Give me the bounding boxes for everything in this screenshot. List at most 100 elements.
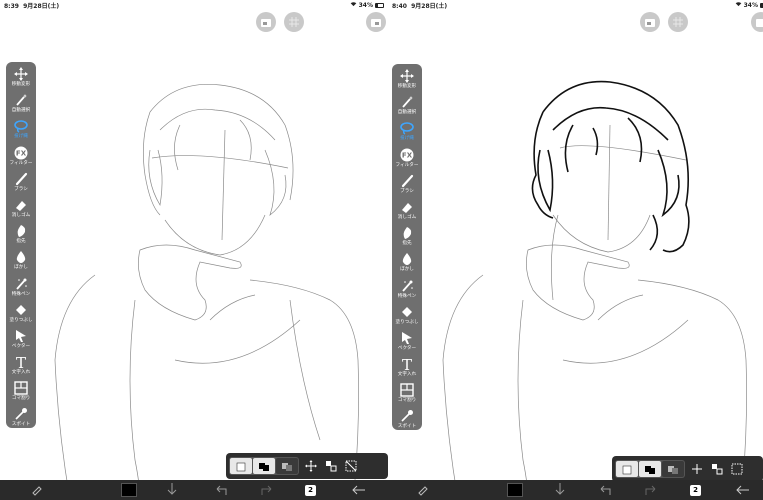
tool-label: 特殊ペン <box>397 293 417 299</box>
squares-subtract-icon <box>667 460 679 479</box>
back-button[interactable] <box>352 482 366 498</box>
tool-label: フィルター <box>395 162 419 168</box>
tool-label: 投げ縄 <box>14 134 28 140</box>
fx-icon: FX <box>395 147 419 163</box>
pen-hand-icon <box>30 481 44 500</box>
color-button[interactable] <box>121 482 137 498</box>
color-button[interactable] <box>507 482 523 498</box>
tool-label: スポイト <box>397 424 417 430</box>
tool-smudge[interactable]: 指先 <box>6 223 36 249</box>
selection-action-group <box>688 460 746 478</box>
pen-hand-icon <box>416 481 430 500</box>
select-new-button[interactable] <box>616 461 638 477</box>
tool-move[interactable]: 移動変形 <box>6 66 36 92</box>
undo-button[interactable] <box>598 482 612 498</box>
tool-eyedropper[interactable]: スポイト <box>392 408 422 434</box>
eyedropper-icon <box>9 406 33 422</box>
select-subtract-button[interactable] <box>662 461 684 477</box>
select-subtract-button[interactable] <box>276 458 298 474</box>
select-add-button[interactable] <box>253 458 275 474</box>
tool-lasso[interactable]: 投げ縄 <box>6 118 36 144</box>
tool-brush[interactable]: ブラシ <box>6 171 36 197</box>
selection-clear-button[interactable] <box>728 460 746 478</box>
layers-button[interactable]: 2 <box>690 482 701 498</box>
tool-label: ベクター <box>397 345 417 351</box>
eraser-icon <box>9 197 33 213</box>
tool-canvas[interactable]: キャンバス <box>392 435 422 461</box>
move-icon <box>395 68 419 84</box>
tool-lasso[interactable]: 投げ縄 <box>392 120 422 146</box>
tool-fill[interactable]: 塗りつぶし <box>392 304 422 330</box>
tool-label: キャンバス <box>9 448 33 454</box>
screen-right: 8:40 9月28日(土) 34% 移動変形 自動選択 投げ縄 FX フィルター… <box>388 0 763 500</box>
tool-eyedropper[interactable]: スポイト <box>6 406 36 432</box>
tool-auto-select[interactable]: 自動選択 <box>6 92 36 118</box>
tool-filter[interactable]: FX フィルター <box>392 147 422 173</box>
undo-icon <box>214 481 228 500</box>
layers-button[interactable]: 2 <box>305 482 316 498</box>
fill-icon <box>9 302 33 318</box>
tool-frame[interactable]: コマ割り <box>6 380 36 406</box>
quick-menu-button[interactable] <box>30 482 44 498</box>
tool-fill[interactable]: 塗りつぶし <box>6 302 36 328</box>
arrow-left-icon <box>352 481 366 500</box>
redo-icon <box>260 481 274 500</box>
tool-vector[interactable]: ベクター <box>392 330 422 356</box>
selection-transform-button[interactable] <box>322 457 340 475</box>
tool-canvas[interactable]: キャンバス <box>6 433 36 459</box>
undo-icon <box>598 481 612 500</box>
select-new-button[interactable] <box>230 458 252 474</box>
tool-blur[interactable]: ぼかし <box>6 249 36 275</box>
screen-left: 8:39 9月28日(土) 34% 移動変形 自動選択 投げ縄 FX フィルター… <box>0 0 388 500</box>
quick-menu-button[interactable] <box>416 482 430 498</box>
canvas-icon <box>9 433 33 449</box>
tool-move[interactable]: 移動変形 <box>392 68 422 94</box>
tool-smudge[interactable]: 指先 <box>392 225 422 251</box>
fill-icon <box>395 304 419 320</box>
svg-text:FX: FX <box>402 151 413 159</box>
transform-icon <box>711 460 723 479</box>
tool-eraser[interactable]: 消しゴム <box>392 199 422 225</box>
selection-move-button[interactable] <box>688 460 706 478</box>
tool-label: 塗りつぶし <box>395 319 419 325</box>
undo-button[interactable] <box>214 482 228 498</box>
tool-special-pen[interactable]: 特殊ペン <box>392 278 422 304</box>
tool-filter[interactable]: FX フィルター <box>6 145 36 171</box>
selection-clear-button[interactable] <box>342 457 360 475</box>
tool-eraser[interactable]: 消しゴム <box>6 197 36 223</box>
text-icon: T <box>395 356 419 372</box>
download-button[interactable] <box>554 482 566 498</box>
tool-label: ベクター <box>11 343 31 349</box>
square-white-icon <box>236 457 246 476</box>
tool-label: 特殊ペン <box>11 291 31 297</box>
brush-icon <box>395 173 419 189</box>
tool-brush[interactable]: ブラシ <box>392 173 422 199</box>
redo-button[interactable] <box>644 482 658 498</box>
transform-icon <box>325 457 337 476</box>
layer-count: 2 <box>690 484 701 496</box>
tool-frame[interactable]: コマ割り <box>392 382 422 408</box>
tool-label: 文字入れ <box>397 372 417 378</box>
tool-label: ブラシ <box>14 186 28 192</box>
tool-special-pen[interactable]: 特殊ペン <box>6 276 36 302</box>
tool-label: 移動変形 <box>397 84 417 89</box>
bottom-bar: 2 <box>388 480 763 500</box>
redo-button[interactable] <box>260 482 274 498</box>
sketch-canvas[interactable] <box>388 0 763 500</box>
tool-text[interactable]: T 文字入れ <box>6 354 36 380</box>
tool-vector[interactable]: ベクター <box>6 328 36 354</box>
tool-label: ぼかし <box>14 265 28 271</box>
svg-text:T: T <box>16 355 26 369</box>
tool-label: 指先 <box>16 239 26 245</box>
selection-move-button[interactable] <box>302 457 320 475</box>
select-add-button[interactable] <box>639 461 661 477</box>
back-button[interactable] <box>736 482 750 498</box>
selection-transform-button[interactable] <box>708 460 726 478</box>
tool-auto-select[interactable]: 自動選択 <box>392 94 422 120</box>
download-button[interactable] <box>166 482 178 498</box>
tool-blur[interactable]: ぼかし <box>392 251 422 277</box>
special-pen-icon <box>395 278 419 294</box>
squares-overlap-icon <box>644 460 656 479</box>
tool-text[interactable]: T 文字入れ <box>392 356 422 382</box>
sketch-canvas[interactable] <box>0 0 388 500</box>
